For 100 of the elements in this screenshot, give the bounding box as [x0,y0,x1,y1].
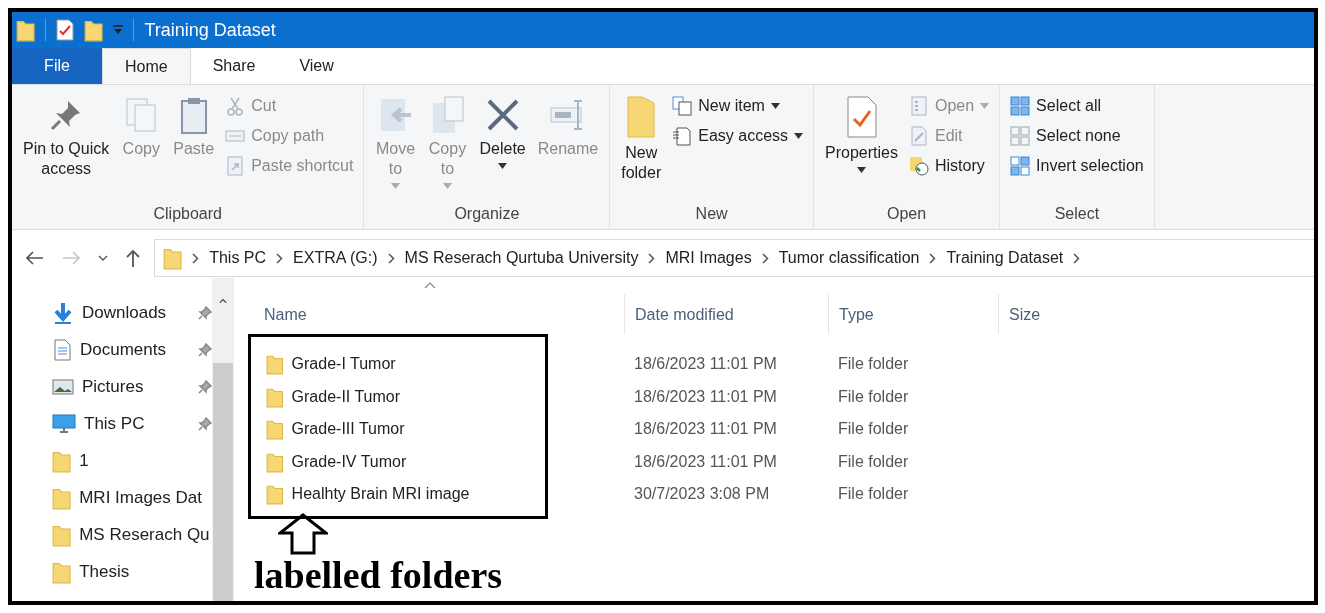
ribbon-tab[interactable]: Home [102,48,191,84]
ribbon-button[interactable]: Pin to Quick access [20,91,113,205]
caret-icon [980,103,990,109]
sidebar-item[interactable]: This PC [52,405,212,442]
pin-icon [198,305,212,320]
breadcrumb[interactable]: EXTRA (G:) [293,249,378,267]
ribbon-button[interactable]: New folder [618,91,665,205]
ribbon-button[interactable]: Select none [1008,123,1146,149]
chevron-down-icon [98,255,108,261]
ribbon-button[interactable]: Invert selection [1008,153,1146,179]
ribbon-button[interactable]: Delete [476,91,529,205]
checkmark-document-icon[interactable] [56,19,75,41]
easy-access-icon [672,126,693,146]
group-label: Select [1053,205,1101,224]
sort-caret-icon [424,282,436,289]
type-cell-text: File folder [837,485,910,504]
chevron-icon [387,252,395,264]
type-cell-text: File folder [837,420,910,439]
sidebar-item[interactable]: MS Reserach Qu [52,516,212,553]
type-cell-text: File folder [837,452,910,471]
folder-name[interactable]: Grade-I Tumor [291,355,396,374]
caret-icon [442,183,452,189]
caret-icon [498,163,508,169]
chevron-icon [276,252,284,264]
forward-arrow-icon [62,251,80,265]
date-cell-text: 30/7/2023 3:08 PM [633,485,771,504]
caret-icon [794,133,804,139]
folder-name[interactable]: Grade-IV Tumor [291,452,407,471]
column-header[interactable]: Date modified [624,294,828,334]
picture-icon [52,377,74,396]
type-cell-text: File folder [837,387,910,406]
folder-name[interactable]: Grade-II Tumor [291,387,401,406]
folder-icon [266,418,284,441]
window-title: Training Dataset [144,19,276,41]
column-header[interactable]: Type [828,294,998,334]
ribbon-button[interactable]: Select all [1008,93,1146,119]
select-all-icon [1010,96,1031,116]
pin-icon [198,379,212,394]
folder-icon [266,353,284,376]
open-icon [908,96,929,116]
sidebar-item[interactable]: MRI Images Dat [52,479,212,516]
pin-icon [198,416,212,431]
column-header[interactable]: Name [254,294,624,334]
caret-icon [857,167,866,173]
ribbon-button[interactable]: History [906,153,992,179]
address-bar[interactable]: This PC EXTRA (G:) MS Reserach Qurtuba University MRI Images Tumor classification Training Dataset [154,239,1314,277]
folder-icon [84,18,104,42]
sidebar-item[interactable]: Downloads [52,294,212,331]
computer-icon [52,413,76,434]
type-cell-text: File folder [837,355,910,374]
sidebar-item[interactable]: 1 [52,442,212,479]
column-header[interactable]: Size [998,294,1108,334]
chevron-icon [929,252,937,264]
select-none-icon [1010,126,1031,146]
breadcrumb[interactable]: This PC [209,249,267,267]
folder-name[interactable]: Healhty Brain MRI image [291,485,470,504]
annotation-caption: labelled folders [254,553,503,596]
date-cell-text: 18/6/2023 11:01 PM [633,387,778,406]
breadcrumb[interactable]: MS Reserach Qurtuba University [404,249,639,267]
pin-icon [198,342,212,357]
breadcrumb[interactable]: MRI Images [665,249,752,267]
sidebar-item[interactable]: Pictures [52,368,212,405]
chevron-icon [761,252,769,264]
back-arrow-icon [26,251,44,265]
date-cell-text: 18/6/2023 11:01 PM [633,355,778,374]
invert-selection-icon [1010,156,1031,176]
chevron-icon [192,252,200,264]
sidebar-item[interactable]: Thesis [52,553,212,590]
chevron-icon [1073,252,1081,264]
caret-icon [390,183,400,189]
download-arrow-icon [52,301,74,324]
ribbon-button[interactable]: Easy access [670,123,806,149]
caret-icon [770,103,780,109]
chevron-icon [648,252,656,264]
group-label: New [694,205,729,224]
scrollbar[interactable] [212,278,234,601]
date-cell-text: 18/6/2023 11:01 PM [633,452,778,471]
ribbon-button[interactable]: Properties [822,91,901,205]
up-arrow-icon [126,249,140,267]
up-arrow-outline-icon [278,512,328,555]
sidebar-item[interactable]: Documents [52,331,212,368]
group-label: Organize [453,205,521,224]
caret-up-icon[interactable] [218,298,228,304]
edit-icon [908,126,929,146]
group-label: Clipboard [152,205,223,224]
breadcrumb[interactable]: Training Dataset [946,249,1064,267]
folder-icon [163,246,183,270]
folder-icon [16,18,36,42]
shortcut-icon [225,156,246,176]
scissors-icon [225,96,246,116]
new-item-icon [672,96,693,116]
breadcrumb[interactable]: Tumor classification [778,249,920,267]
folder-name[interactable]: Grade-III Tumor [291,420,405,439]
dropdown-icon[interactable] [113,25,124,35]
history-icon [908,156,929,176]
date-cell-text: 18/6/2023 11:01 PM [633,420,778,439]
ribbon-button[interactable]: New item [670,93,806,119]
group-label: Open [886,205,928,224]
ribbon-tab[interactable]: File [12,48,102,84]
document-icon [52,338,72,361]
